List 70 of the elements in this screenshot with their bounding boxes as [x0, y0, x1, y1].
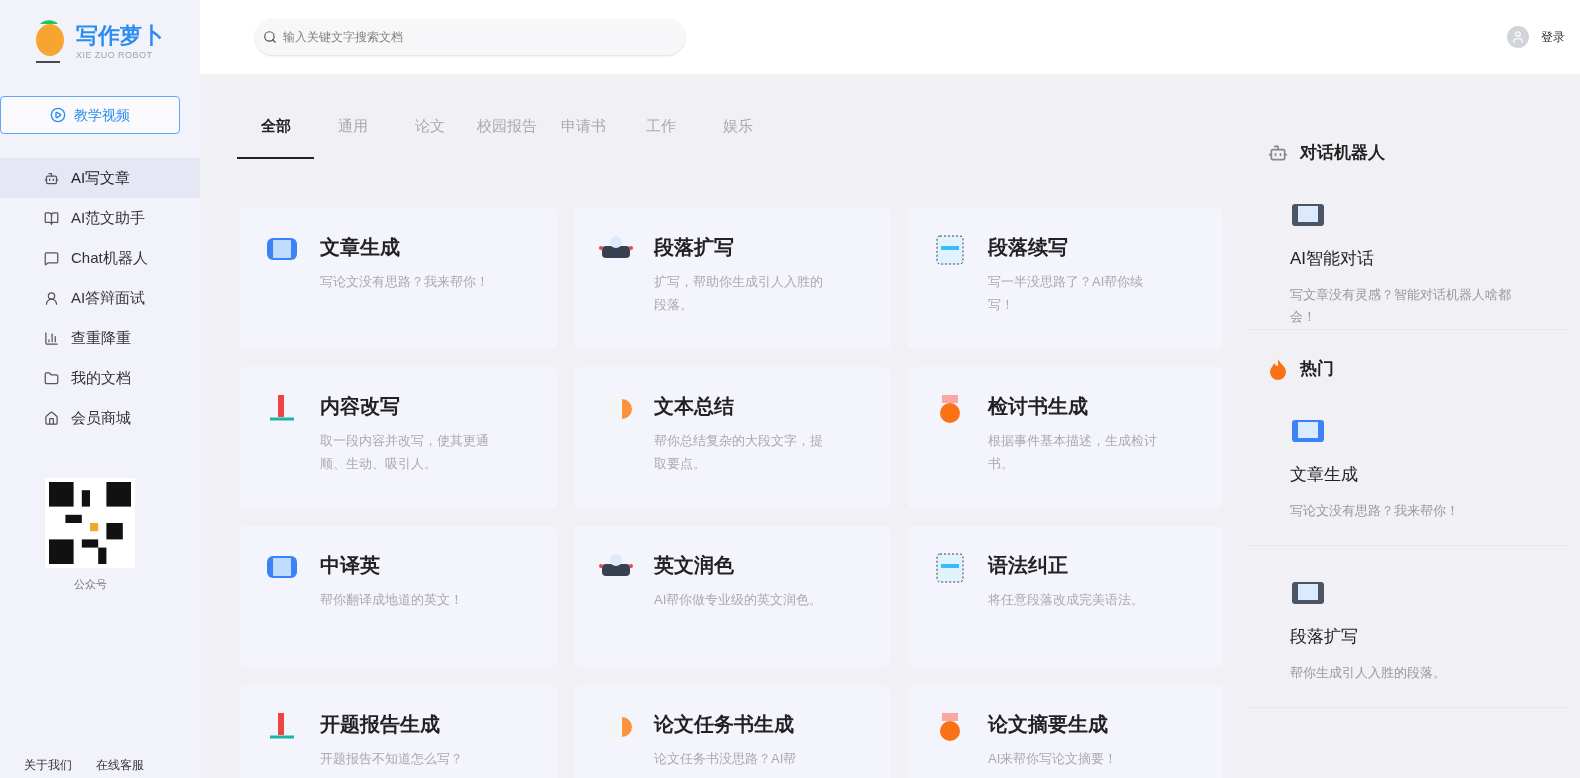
menu-icon — [44, 410, 59, 426]
sidebar-item[interactable]: AI范文助手 — [0, 198, 200, 238]
section-title: 对话机器人 — [1300, 142, 1385, 165]
sidebar-item[interactable]: Chat机器人 — [0, 238, 200, 278]
search-icon — [263, 30, 277, 44]
card-description: 开题报告不知道怎么写？ — [320, 750, 464, 768]
card-description: 根据事件基本描述，生成检讨书。 — [988, 432, 1158, 473]
sidebar-item[interactable]: 我的文档 — [0, 358, 200, 398]
panel-card[interactable]: 段落扩写 帮你生成引人入胜的段落。 — [1250, 558, 1568, 708]
card-description: 帮你翻译成地道的英文！ — [320, 591, 464, 609]
menu-icon — [44, 210, 59, 226]
feature-card[interactable]: 文章生成 写论文没有思路？我来帮你！ — [240, 208, 557, 349]
card-title: 段落扩写 — [654, 235, 735, 260]
card-description: 论文任务书没思路？AI帮 — [654, 750, 798, 768]
card-title: 论文摘要生成 — [988, 712, 1109, 737]
feature-card[interactable]: 开题报告生成 开题报告不知道怎么写？ — [240, 685, 557, 778]
logo-text: 写作萝卜 — [76, 21, 164, 49]
card-title: 英文润色 — [654, 553, 735, 578]
card-description: AI来帮你写论文摘要！ — [988, 750, 1119, 768]
menu-icon — [44, 170, 59, 186]
card-description: AI帮你做专业级的英文润色。 — [654, 591, 824, 609]
panel-card-title: 段落扩写 — [1290, 626, 1359, 648]
menu-icon — [44, 250, 59, 266]
login-link[interactable]: 登录 — [1541, 28, 1565, 46]
qr-caption: 公众号 — [73, 577, 107, 592]
menu-icon — [44, 290, 59, 306]
feature-card[interactable]: 论文任务书生成 论文任务书没思路？AI帮 — [574, 685, 891, 778]
panel-card-description: 写论文没有思路？我来帮你！ — [1290, 501, 1460, 520]
panel-card-title: AI智能对话 — [1290, 248, 1376, 270]
sidebar-item[interactable]: 会员商城 — [0, 398, 200, 438]
search-field[interactable]: 输入关键文字搜索文档 — [255, 19, 685, 55]
card-title: 文本总结 — [654, 394, 735, 419]
feature-card[interactable]: 论文摘要生成 AI来帮你写论文摘要！ — [908, 685, 1223, 778]
card-description: 写论文没有思路？我来帮你！ — [320, 273, 490, 291]
feature-card[interactable]: 段落扩写 扩写，帮助你生成引人入胜的段落。 — [574, 208, 891, 349]
play-icon — [50, 107, 66, 123]
card-title: 内容改写 — [320, 394, 401, 419]
panel-card-description: 帮你生成引人入胜的段落。 — [1290, 663, 1447, 682]
logo-subtitle: XIE ZUO ROBOT — [76, 49, 154, 62]
category-tab[interactable]: 全部 — [237, 111, 314, 159]
sidebar-item[interactable]: AI答辩面试 — [0, 278, 200, 318]
feature-card[interactable]: 检讨书生成 根据事件基本描述，生成检讨书。 — [908, 367, 1223, 508]
card-title: 文章生成 — [320, 235, 401, 260]
sidebar-item[interactable]: 查重降重 — [0, 318, 200, 358]
feature-card[interactable]: 中译英 帮你翻译成地道的英文！ — [240, 526, 557, 667]
panel-card[interactable]: AI智能对话 写文章没有灵感？智能对话机器人啥都会！ — [1250, 180, 1568, 330]
card-description: 扩写，帮助你生成引人入胜的段落。 — [654, 273, 824, 314]
footer-link[interactable]: 在线客服 — [96, 756, 144, 774]
card-title: 语法纠正 — [988, 553, 1069, 578]
menu-icon — [44, 370, 59, 386]
card-title: 开题报告生成 — [320, 712, 441, 737]
card-title: 段落续写 — [988, 235, 1069, 260]
card-title: 论文任务书生成 — [654, 712, 795, 737]
robot-icon — [1268, 143, 1288, 163]
user-avatar-icon[interactable] — [1507, 26, 1529, 48]
card-description: 将任意段落改成完美语法。 — [988, 591, 1145, 609]
sidebar-item[interactable]: AI写文章 — [0, 158, 200, 198]
panel-card[interactable]: 文章生成 写论文没有思路？我来帮你！ — [1250, 396, 1568, 546]
panel-card-description: 写文章没有灵感？智能对话机器人啥都会！ — [1290, 285, 1512, 326]
panel-card-title: 文章生成 — [1290, 464, 1359, 486]
card-title: 中译英 — [320, 553, 381, 578]
footer-link[interactable]: 关于我们 — [24, 756, 72, 774]
section-title: 热门 — [1300, 358, 1334, 381]
card-description: 帮你总结复杂的大段文字，提取要点。 — [654, 432, 824, 473]
feature-card[interactable]: 语法纠正 将任意段落改成完美语法。 — [908, 526, 1223, 667]
feature-card[interactable]: 文本总结 帮你总结复杂的大段文字，提取要点。 — [574, 367, 891, 508]
card-title: 检讨书生成 — [988, 394, 1089, 419]
menu-icon — [44, 330, 59, 346]
fire-icon — [1268, 358, 1288, 380]
feature-card[interactable]: 英文润色 AI帮你做专业级的英文润色。 — [574, 526, 891, 667]
